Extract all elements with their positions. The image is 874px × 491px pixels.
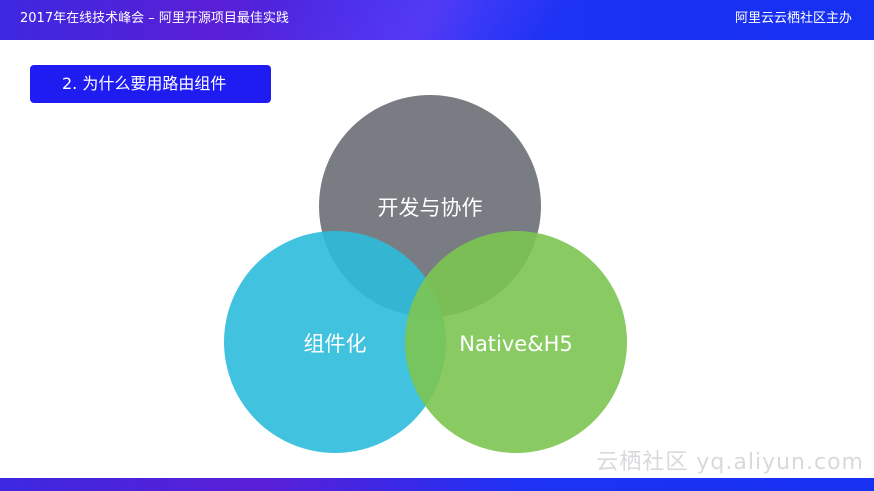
watermark: 云栖社区 yq.aliyun.com (596, 450, 864, 475)
label-componentization: 组件化 (304, 332, 367, 356)
label-collaboration: 开发与协作 (378, 196, 483, 220)
footer-bar (0, 478, 874, 491)
venn-diagram: 开发与协作 组件化 Native&H5 (224, 95, 627, 453)
label-native-h5: Native&H5 (459, 332, 573, 356)
